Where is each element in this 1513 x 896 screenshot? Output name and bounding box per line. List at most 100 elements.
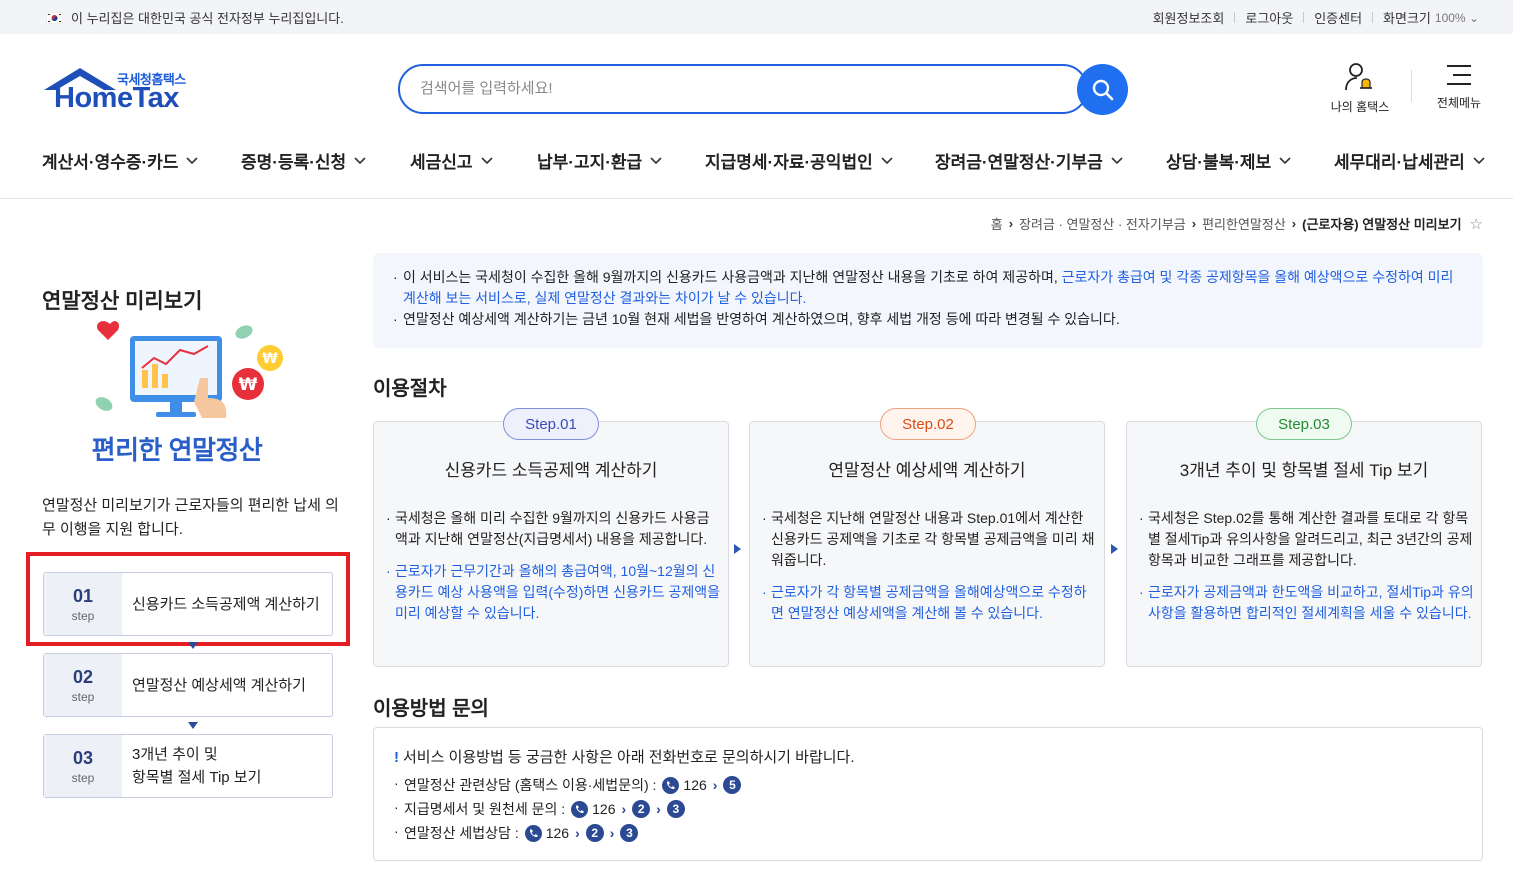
notice-line: 연말정산 예상세액 계산하기는 금년 10월 현재 세법을 반영하여 계산하였으… — [393, 309, 1463, 330]
my-hometax-button[interactable]: 나의 홈택스 — [1320, 62, 1400, 115]
chevron-down-icon — [650, 156, 662, 164]
sidebar-description: 연말정산 미리보기가 근로자들의 편리한 납세 의무 이행을 지원 합니다. — [42, 497, 339, 538]
step-card-body: 국세청은 올해 미리 수집한 9월까지의 신용카드 사용금액과 지난해 연말정산… — [386, 508, 721, 635]
divider — [1303, 12, 1305, 23]
search-input[interactable] — [420, 66, 1020, 110]
gnb-item-payment[interactable]: 납부·고지·환급 — [537, 148, 662, 173]
global-nav: 계산서·영수증·카드 증명·등록·신청 세금신고 납부·고지·환급 지급명세·자… — [0, 140, 1513, 178]
breadcrumb-current: (근로자용) 연말정산 미리보기 — [1302, 217, 1462, 232]
sidebar-step-03[interactable]: 03 step 3개년 추이 및 항목별 절세 Tip 보기 — [43, 734, 333, 798]
logout-link[interactable]: 로그아웃 — [1245, 8, 1293, 27]
gov-banner-bar: 이 누리집은 대한민국 공식 전자정부 누리집입니다. 회원정보조회 로그아웃 … — [0, 0, 1513, 34]
cert-center-link[interactable]: 인증센터 — [1314, 8, 1362, 27]
gnb-item-year-end[interactable]: 장려금·연말정산·기부금 — [935, 148, 1123, 173]
gnb-item-consult[interactable]: 상담·불복·제보 — [1166, 148, 1291, 173]
logo-english-text: HomeTax — [54, 82, 179, 114]
contact-row: 연말정산 세법상담 : 126 › 2 › 3 — [394, 821, 1462, 845]
chevron-down-icon — [1111, 156, 1123, 164]
gnb-label: 장려금·연말정산·기부금 — [935, 153, 1103, 172]
search-box — [398, 64, 1088, 114]
chevron-down-icon — [354, 156, 366, 164]
sidebar-title: 연말정산 미리보기 — [42, 290, 203, 313]
hamburger-menu-icon — [1447, 65, 1471, 85]
divider — [1372, 12, 1374, 23]
step-card-highlight: 근로자가 각 항목별 공제금액을 올해예상액으로 수정하면 연말정산 예상세액을… — [762, 582, 1097, 624]
step-card-highlight: 근로자가 공제금액과 한도액을 비교하고, 절세Tip과 유의사항을 활용하면 … — [1139, 582, 1474, 624]
step-card-text: 국세청은 올해 미리 수집한 9월까지의 신용카드 사용금액과 지난해 연말정산… — [386, 508, 721, 550]
member-info-link[interactable]: 회원정보조회 — [1153, 8, 1225, 27]
notice-text: 이 서비스는 국세청이 수집한 올해 9월까지의 신용카드 사용금액과 지난해 … — [403, 269, 1062, 285]
gnb-item-tax-return[interactable]: 세금신고 — [410, 148, 493, 173]
chevron-down-icon — [1473, 156, 1485, 164]
contact-row: 연말정산 관련상담 (홈택스 이용·세법문의) : 126 › 5 — [394, 773, 1462, 797]
divider — [0, 198, 1513, 199]
exclamation-icon: ! — [394, 749, 399, 766]
hometax-logo[interactable]: 국세청홈택스 HomeTax — [42, 64, 202, 120]
keypad-number: 5 — [723, 776, 742, 794]
breadcrumb-level2[interactable]: 편리한연말정산 — [1202, 214, 1286, 233]
step-label: 연말정산 예상세액 계산하기 — [132, 676, 306, 694]
gnb-item-invoice[interactable]: 계산서·영수증·카드 — [42, 148, 199, 173]
contact-label: 지급명세서 및 원천세 문의 : — [404, 801, 566, 817]
notice-line: 이 서비스는 국세청이 수집한 올해 9월까지의 신용카드 사용금액과 지난해 … — [393, 267, 1463, 309]
user-bell-icon — [1345, 63, 1372, 91]
gnb-item-certificate[interactable]: 증명·등록·신청 — [241, 148, 366, 173]
step-number-box: 02 step — [44, 654, 122, 716]
gnb-item-statements[interactable]: 지급명세·자료·공익법인 — [705, 148, 893, 173]
keypad-number: 2 — [632, 800, 651, 818]
keypad-number: 3 — [666, 800, 685, 818]
search-button[interactable] — [1077, 64, 1128, 115]
utility-links: 회원정보조회 로그아웃 인증센터 화면크기 100% ⌄ — [1153, 8, 1479, 27]
step-card-title: 연말정산 예상세액 계산하기 — [828, 461, 1026, 480]
step-card-03: 3개년 추이 및 항목별 절세 Tip 보기 국세청은 Step.02를 통해 … — [1126, 421, 1482, 667]
step-number: 03 — [72, 747, 94, 768]
gnb-label: 지급명세·자료·공익법인 — [705, 153, 873, 172]
phone-number: 126 — [545, 825, 570, 841]
monitor-chart-illustration: ₩ ₩ — [95, 321, 283, 418]
divider — [1411, 70, 1412, 102]
step-label: 3개년 추이 및 항목별 절세 Tip 보기 — [122, 735, 332, 797]
arrow-right-icon — [734, 544, 741, 554]
step-unit: step — [71, 770, 95, 785]
step-card-title: 신용카드 소득공제액 계산하기 — [444, 461, 658, 480]
breadcrumb-level1[interactable]: 장려금 · 연말정산 · 전자기부금 — [1019, 214, 1186, 233]
arrow-right-icon — [1111, 544, 1118, 554]
chevron-down-icon — [1279, 156, 1291, 164]
step-number-box: 03 step — [44, 735, 122, 797]
breadcrumb: 홈 › 장려금 · 연말정산 · 전자기부금 › 편리한연말정산 › (근로자용) 연… — [991, 214, 1483, 233]
step-card-01: 신용카드 소득공제액 계산하기 국세청은 올해 미리 수집한 9월까지의 신용카… — [373, 421, 729, 667]
service-notice: 이 서비스는 국세청이 수집한 올해 9월까지의 신용카드 사용금액과 지난해 … — [373, 253, 1483, 348]
contact-row: 지급명세서 및 원천세 문의 : 126 › 2 › 3 — [394, 797, 1462, 821]
zoom-value: 100% — [1434, 10, 1466, 25]
gnb-label: 세금신고 — [410, 153, 473, 172]
chevron-down-icon — [480, 156, 493, 164]
favorite-star-icon[interactable]: ☆ — [1470, 215, 1483, 233]
inquiry-headline-row: ! 서비스 이용방법 등 궁금한 사항은 아래 전화번호로 문의하시기 바랍니다. — [394, 746, 1462, 767]
contact-label: 연말정산 세법상담 : — [404, 825, 519, 841]
step-label-line1: 3개년 추이 및 — [132, 746, 218, 763]
arrow-down-icon — [188, 722, 198, 729]
chevron-right-icon: › — [712, 777, 718, 793]
all-menu-button[interactable]: 전체메뉴 — [1425, 62, 1493, 111]
gnb-item-agent[interactable]: 세무대리·납세관리 — [1334, 148, 1485, 173]
chevron-down-icon: ⌄ — [1468, 10, 1479, 25]
phone-icon — [524, 824, 542, 842]
chevron-down-icon — [186, 156, 199, 164]
zoom-select[interactable]: 100% ⌄ — [1435, 11, 1479, 25]
gov-notice-text: 이 누리집은 대한민국 공식 전자정부 누리집입니다. — [71, 11, 344, 26]
svg-text:₩: ₩ — [239, 375, 258, 395]
chevron-right-icon: › — [621, 801, 627, 817]
step-card-title: 3개년 추이 및 항목별 절세 Tip 보기 — [1179, 461, 1429, 480]
zoom-label: 화면크기 — [1383, 11, 1431, 26]
chevron-right-icon: › — [575, 825, 580, 841]
notice-text: 연말정산 예상세액 계산하기는 금년 10월 현재 세법을 반영하여 계산하였으… — [403, 311, 1120, 327]
chevron-right-icon: › — [1291, 216, 1297, 231]
step-card-02: 연말정산 예상세액 계산하기 국세청은 지난해 연말정산 내용과 Step.01… — [749, 421, 1105, 667]
sidebar-step-02[interactable]: 02 step 연말정산 예상세액 계산하기 — [43, 653, 333, 717]
step-number: 02 — [72, 666, 94, 687]
all-menu-label: 전체메뉴 — [1436, 96, 1482, 110]
inquiry-title: 이용방법 문의 — [373, 698, 489, 720]
breadcrumb-home[interactable]: 홈 — [991, 214, 1003, 233]
step-card-text: 국세청은 지난해 연말정산 내용과 Step.01에서 계산한 신용카드 공제액… — [762, 508, 1097, 571]
chevron-right-icon: › — [656, 801, 661, 817]
